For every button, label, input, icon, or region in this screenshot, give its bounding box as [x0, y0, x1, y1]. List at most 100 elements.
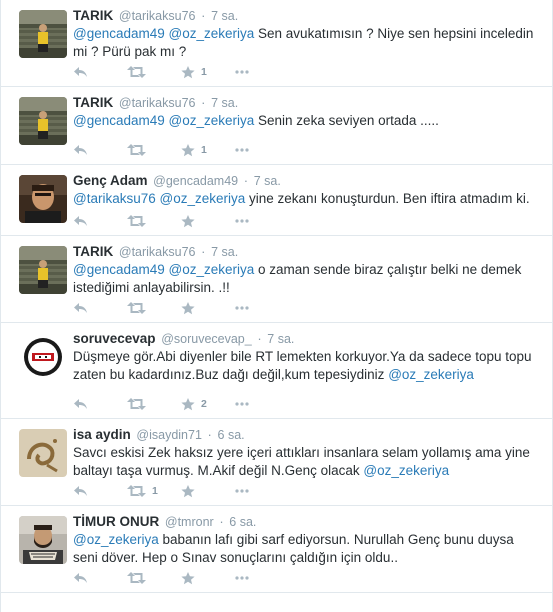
retweet-icon	[127, 66, 146, 78]
retweet-button[interactable]	[127, 302, 181, 314]
reply-button[interactable]	[73, 485, 127, 497]
avatar[interactable]	[19, 246, 67, 294]
mention-link[interactable]: @oz_zekeriya	[160, 191, 246, 206]
mention-link[interactable]: @gencadam49	[73, 262, 165, 277]
favorite-button[interactable]: 2	[181, 397, 235, 411]
tweet-item[interactable]: TARIK @tarikaksu76 · 7 sa. @gencadam49 @…	[1, 0, 552, 87]
favorite-icon	[181, 484, 195, 497]
timestamp[interactable]: 7 sa.	[211, 96, 238, 110]
mention-link[interactable]: @gencadam49	[73, 26, 165, 41]
fullname[interactable]: isa aydin	[73, 427, 131, 442]
username[interactable]: @tarikaksu76	[119, 245, 196, 259]
favorite-button[interactable]: 1	[181, 143, 235, 157]
timestamp[interactable]: 7 sa.	[254, 174, 281, 188]
tweet-header: soruvecevap @soruvecevap_ · 7 sa.	[73, 331, 540, 347]
separator-dot: ·	[201, 8, 206, 23]
reply-button[interactable]	[73, 66, 127, 78]
retweet-count: 1	[152, 485, 158, 497]
retweet-icon	[127, 215, 146, 227]
timestamp[interactable]: 7 sa.	[211, 245, 238, 259]
avatar[interactable]	[19, 97, 67, 145]
favorite-button[interactable]	[181, 571, 235, 585]
mention-link[interactable]: @oz_zekeriya	[388, 367, 474, 382]
username[interactable]: @isaydin71	[136, 428, 202, 442]
retweet-button[interactable]	[127, 66, 181, 78]
favorite-count: 2	[201, 398, 207, 410]
username[interactable]: @tmronr	[165, 515, 214, 529]
more-button[interactable]	[235, 489, 265, 493]
tweet-item[interactable]: soruvecevap @soruvecevap_ · 7 sa. Düşmey…	[1, 323, 552, 419]
reply-button[interactable]	[73, 572, 127, 584]
retweet-button[interactable]	[127, 572, 181, 584]
separator-dot: ·	[257, 331, 262, 346]
more-button[interactable]	[235, 306, 265, 310]
avatar[interactable]	[19, 516, 67, 564]
retweet-button[interactable]	[127, 144, 181, 156]
mention-link[interactable]: @gencadam49	[73, 113, 165, 128]
more-button[interactable]	[235, 148, 265, 152]
timestamp[interactable]: 6 sa.	[218, 428, 245, 442]
favorite-button[interactable]	[181, 484, 235, 498]
fullname[interactable]: TİMUR ONUR	[73, 514, 159, 529]
more-icon	[235, 219, 249, 223]
reply-button[interactable]	[73, 215, 127, 227]
retweet-button[interactable]: 1	[127, 485, 181, 497]
fullname[interactable]: TARIK	[73, 244, 113, 259]
fullname[interactable]: TARIK	[73, 95, 113, 110]
favorite-count: 1	[201, 144, 207, 156]
retweet-icon	[127, 485, 146, 497]
username[interactable]: @tarikaksu76	[119, 96, 196, 110]
username[interactable]: @soruvecevap_	[161, 332, 252, 346]
avatar[interactable]	[19, 429, 67, 477]
mention-link[interactable]: @oz_zekeriya	[363, 463, 449, 478]
favorite-button[interactable]: 1	[181, 65, 235, 79]
reply-icon	[74, 303, 87, 313]
tweet-item[interactable]: TİMUR ONUR @tmronr · 6 sa. @oz_zekeriya …	[1, 506, 552, 593]
fullname[interactable]: TARIK	[73, 8, 113, 23]
mention-link[interactable]: @oz_zekeriya	[73, 532, 159, 547]
tweet-text: @oz_zekeriya babanın lafı gibi sarf ediy…	[73, 531, 540, 567]
tweet-header: TARIK @tarikaksu76 · 7 sa.	[73, 244, 540, 260]
avatar[interactable]	[19, 175, 67, 223]
separator-dot: ·	[219, 514, 224, 529]
retweet-button[interactable]	[127, 215, 181, 227]
reply-button[interactable]	[73, 398, 127, 410]
username[interactable]: @gencadam49	[153, 174, 238, 188]
mention-link[interactable]: @oz_zekeriya	[169, 262, 255, 277]
more-button[interactable]	[235, 219, 265, 223]
more-button[interactable]	[235, 70, 265, 74]
fullname[interactable]: soruvecevap	[73, 331, 156, 346]
reply-button[interactable]	[73, 144, 127, 156]
tweet-header: TİMUR ONUR @tmronr · 6 sa.	[73, 514, 540, 530]
tweet-header: TARIK @tarikaksu76 · 7 sa.	[73, 8, 540, 24]
timestamp[interactable]: 6 sa.	[229, 515, 256, 529]
mention-link[interactable]: @oz_zekeriya	[169, 113, 255, 128]
reply-icon	[74, 145, 87, 155]
tweet-actions: 1	[73, 142, 265, 158]
more-button[interactable]	[235, 576, 265, 580]
favorite-button[interactable]	[181, 214, 235, 228]
favorite-button[interactable]	[181, 301, 235, 315]
more-icon	[235, 402, 249, 406]
mention-link[interactable]: @oz_zekeriya	[169, 26, 255, 41]
tweet-item[interactable]: TARIK @tarikaksu76 · 7 sa. @gencadam49 @…	[1, 87, 552, 165]
tweet-actions	[73, 300, 265, 316]
tweet-item[interactable]: Genç Adam @gencadam49 · 7 sa. @tarikaksu…	[1, 165, 552, 236]
tweet-item[interactable]: TARIK @tarikaksu76 · 7 sa. @gencadam49 @…	[1, 236, 552, 323]
timestamp[interactable]: 7 sa.	[267, 332, 294, 346]
tweet-item[interactable]: isa aydin @isaydin71 · 6 sa. Savcı eskis…	[1, 419, 552, 506]
tweet-text: Düşmeye gör.Abi diyenler bile RT lemekte…	[73, 348, 540, 384]
separator-dot: ·	[201, 95, 206, 110]
tweet-actions: 1	[73, 483, 265, 499]
reply-icon	[74, 486, 87, 496]
username[interactable]: @tarikaksu76	[119, 9, 196, 23]
fullname[interactable]: Genç Adam	[73, 173, 148, 188]
reply-button[interactable]	[73, 302, 127, 314]
avatar[interactable]	[19, 10, 67, 58]
timestamp[interactable]: 7 sa.	[211, 9, 238, 23]
retweet-button[interactable]	[127, 398, 181, 410]
tweet-timeline: TARIK @tarikaksu76 · 7 sa. @gencadam49 @…	[0, 0, 553, 612]
mention-link[interactable]: @tarikaksu76	[73, 191, 156, 206]
avatar[interactable]	[19, 333, 67, 381]
more-button[interactable]	[235, 402, 265, 406]
